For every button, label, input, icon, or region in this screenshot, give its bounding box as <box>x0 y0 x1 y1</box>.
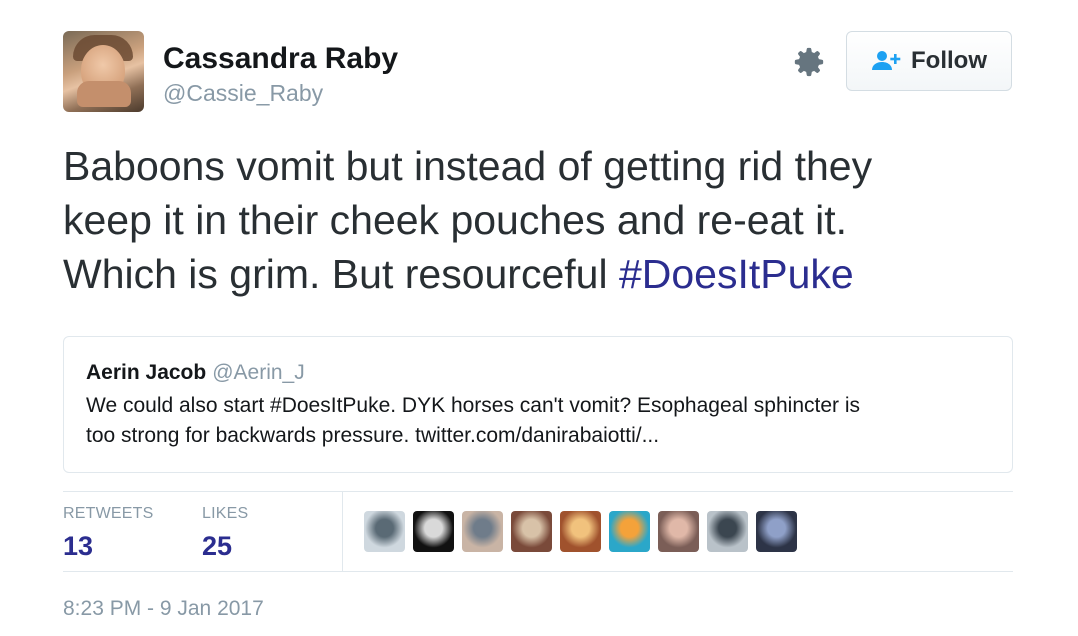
tweet-text: Baboons vomit but instead of getting rid… <box>63 139 1023 301</box>
liker-avatar[interactable] <box>511 511 552 552</box>
liker-avatar[interactable] <box>413 511 454 552</box>
retweets-count: 13 <box>63 531 94 561</box>
tweet-text-line: keep it in their cheek pouches and re-ea… <box>63 197 848 243</box>
tweet-timestamp[interactable]: 8:23 PM - 9 Jan 2017 <box>63 597 264 621</box>
follow-button[interactable]: Follow <box>846 31 1012 91</box>
follow-label: Follow <box>911 47 987 74</box>
add-user-icon <box>872 51 901 70</box>
tweet-text-line: Baboons vomit but instead of getting rid… <box>63 143 873 189</box>
likes-stat[interactable]: LIKES 25 <box>202 505 248 562</box>
tweet-text-segment: Which is grim. But resourceful <box>63 251 619 297</box>
quoted-text-line: We could also start #DoesItPuke. DYK hor… <box>86 394 861 417</box>
quoted-tweet-header: Aerin Jacob @Aerin_J <box>86 361 990 385</box>
liker-avatar[interactable] <box>462 511 503 552</box>
gear-icon[interactable] <box>792 45 826 79</box>
divider <box>63 491 1013 492</box>
liker-avatar[interactable] <box>756 511 797 552</box>
divider <box>342 492 343 571</box>
retweets-label: RETWEETS <box>63 505 154 522</box>
liker-avatar[interactable] <box>609 511 650 552</box>
liker-avatar[interactable] <box>364 511 405 552</box>
quoted-tweet[interactable]: Aerin Jacob @Aerin_J We could also start … <box>63 336 1013 473</box>
tweet-text-line: Which is grim. But resourceful #DoesItPu… <box>63 247 1023 301</box>
author-name[interactable]: Cassandra Raby <box>163 42 398 76</box>
quoted-author-handle: @Aerin_J <box>212 361 305 384</box>
liker-avatar[interactable] <box>707 511 748 552</box>
tweet-card: Cassandra Raby @Cassie_Raby Follow Baboo… <box>0 0 1078 636</box>
quoted-author-name: Aerin Jacob <box>86 361 207 384</box>
divider <box>63 571 1013 572</box>
quoted-text-line: too strong for backwards pressure. twitt… <box>86 424 660 447</box>
likes-label: LIKES <box>202 505 249 522</box>
liker-avatar[interactable] <box>658 511 699 552</box>
author-handle[interactable]: @Cassie_Raby <box>163 80 323 107</box>
likes-count: 25 <box>202 531 233 561</box>
retweets-stat[interactable]: RETWEETS 13 <box>63 505 154 562</box>
hashtag-link[interactable]: #DoesItPuke <box>619 251 854 297</box>
avatar-hands <box>77 81 131 107</box>
author-avatar[interactable] <box>63 31 144 112</box>
quoted-tweet-text: We could also start #DoesItPuke. DYK hor… <box>86 391 990 451</box>
liker-avatar[interactable] <box>560 511 601 552</box>
liker-avatars <box>364 511 797 552</box>
